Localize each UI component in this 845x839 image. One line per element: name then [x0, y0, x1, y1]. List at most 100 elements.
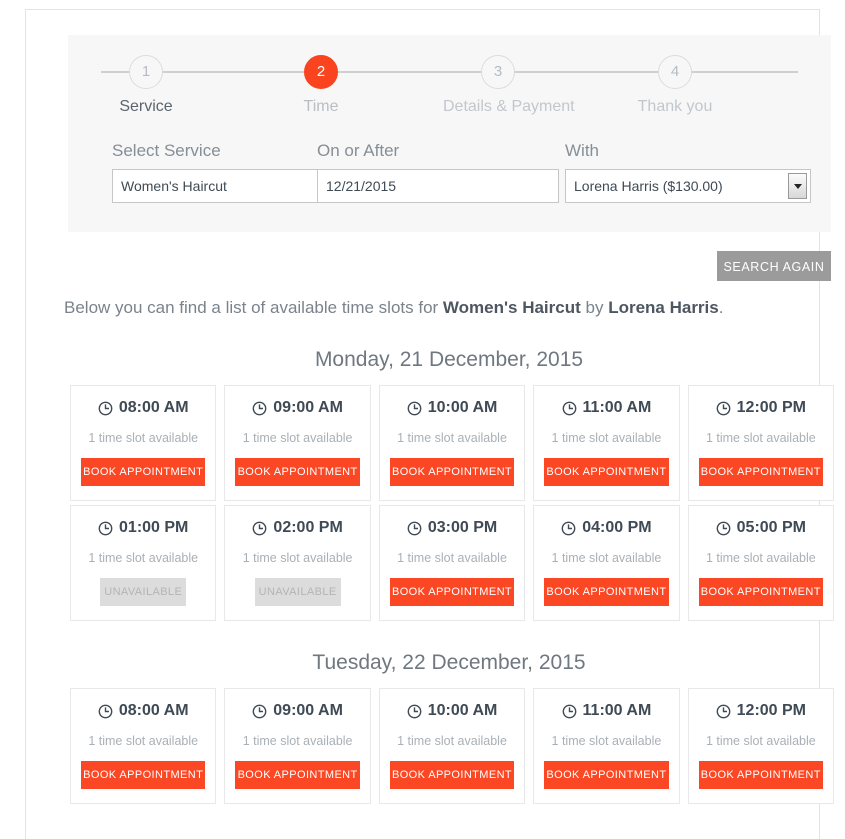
booking-widget-frame: 1 Service 2 Time 3 Details & Payment 4 Thank yo… — [25, 9, 835, 839]
slot-time-label: 05:00 PM — [736, 519, 807, 536]
time-slot-card: 09:00 AM 1 time slot available BOOK APPOIN… — [224, 385, 371, 501]
book-appointment-button[interactable]: BOOK APPOINTMENT — [544, 458, 669, 486]
book-appointment-button[interactable]: BOOK APPOINTMENT — [698, 578, 824, 606]
slot-availability: 1 time slot available — [705, 551, 816, 565]
slot-time-label: 11:00 AM — [582, 702, 652, 719]
book-appointment-button[interactable]: BOOK APPOINTMENT — [544, 761, 669, 789]
clock-icon — [407, 704, 422, 719]
time-slot-card: 02:00 PM 1 time slot available UNAVAILABLE — [224, 505, 371, 621]
slot-time-label: 11:00 AM — [582, 399, 652, 416]
book-appointment-button[interactable]: BOOK APPOINTMENT — [81, 761, 206, 789]
date-field: On or After 12/21/2015 — [317, 141, 559, 203]
slot-time: 01:00 PM — [81, 518, 205, 538]
step-thank-you[interactable]: 4 Thank you — [620, 55, 730, 116]
step-label: Service — [119, 98, 173, 115]
step-service[interactable]: 1 Service — [91, 55, 201, 116]
book-appointment-button[interactable]: BOOK APPOINTMENT — [698, 761, 824, 789]
date-input[interactable]: 12/21/2015 — [317, 169, 559, 203]
slot-availability: 1 time slot available — [397, 551, 507, 565]
slot-availability: 1 time slot available — [88, 551, 199, 565]
slot-row: 08:00 AM 1 time slot available BOOK APPOIN… — [70, 688, 835, 804]
slot-availability: 1 time slot available — [397, 431, 507, 445]
clock-icon — [561, 521, 576, 536]
step-number-badge: 1 — [129, 55, 163, 89]
time-slot-card: 01:00 PM 1 time slot available UNAVAILABLE — [70, 505, 217, 621]
slot-time-label: 08:00 AM — [118, 702, 189, 719]
slot-availability: 1 time slot available — [551, 734, 662, 748]
slot-time: 09:00 AM — [235, 398, 359, 418]
time-slot-card: 12:00 PM 1 time slot available BOOK APPOIN… — [687, 688, 835, 804]
book-appointment-button[interactable]: BOOK APPOINTMENT — [235, 458, 360, 486]
slot-time: 12:00 PM — [699, 398, 823, 418]
book-appointment-button[interactable]: BOOK APPOINTMENT — [81, 458, 206, 486]
slot-time: 08:00 AM — [81, 701, 205, 721]
time-slot-card: 04:00 PM 1 time slot available BOOK APPOIN… — [533, 505, 680, 621]
slot-time-label: 12:00 PM — [736, 399, 807, 416]
provider-field: With Lorena Harris ($130.00) — [565, 141, 811, 203]
clock-icon — [252, 704, 267, 719]
clock-icon — [716, 521, 731, 536]
time-slot-card: 05:00 PM 1 time slot available BOOK APPOIN… — [687, 505, 835, 621]
slot-time-label: 09:00 AM — [273, 702, 343, 719]
slot-availability: 1 time slot available — [242, 734, 353, 748]
book-appointment-button[interactable]: BOOK APPOINTMENT — [544, 578, 669, 606]
step-label: Details & Payment — [443, 98, 575, 115]
slot-time-label: 10:00 AM — [427, 399, 498, 416]
summary-middle: by — [580, 298, 609, 317]
date-input-value: 12/21/2015 — [326, 178, 397, 194]
clock-icon — [98, 521, 113, 536]
slot-time-label: 10:00 AM — [427, 702, 498, 719]
slot-availability: 1 time slot available — [88, 431, 199, 445]
clock-icon — [716, 704, 731, 719]
clock-icon — [716, 401, 731, 416]
date-field-label: On or After — [317, 141, 400, 160]
slot-time-label: 09:00 AM — [273, 399, 343, 416]
time-slot-card: 09:00 AM 1 time slot available BOOK APPOIN… — [224, 688, 371, 804]
provider-select[interactable]: Lorena Harris ($130.00) — [565, 169, 811, 203]
booking-stepper: 1 Service 2 Time 3 Details & Payment 4 Thank yo… — [68, 35, 831, 135]
step-label: Thank you — [637, 98, 713, 115]
slot-availability: 1 time slot available — [551, 431, 662, 445]
book-appointment-button[interactable]: BOOK APPOINTMENT — [389, 761, 515, 789]
chevron-down-icon[interactable] — [788, 173, 807, 199]
slot-time-label: 04:00 PM — [582, 519, 652, 536]
slot-time-label: 12:00 PM — [736, 702, 807, 719]
book-appointment-button[interactable]: BOOK APPOINTMENT — [389, 458, 515, 486]
book-appointment-button[interactable]: BOOK APPOINTMENT — [698, 458, 824, 486]
slot-time: 10:00 AM — [390, 398, 514, 418]
book-appointment-button[interactable]: BOOK APPOINTMENT — [389, 578, 515, 606]
time-slot-card: 10:00 AM 1 time slot available BOOK APPOIN… — [378, 688, 526, 804]
time-slot-card: 11:00 AM 1 time slot available BOOK APPOIN… — [533, 385, 680, 501]
slot-time: 10:00 AM — [390, 701, 514, 721]
slot-time: 11:00 AM — [544, 398, 668, 418]
step-number-badge: 4 — [658, 55, 692, 89]
step-time[interactable]: 2 Time — [266, 55, 376, 116]
filters-row: Select Service Women's Haircut On or Aft… — [68, 141, 831, 231]
step-label: Time — [303, 98, 339, 115]
clock-icon — [562, 704, 577, 719]
slot-availability: 1 time slot available — [705, 734, 816, 748]
time-slot-card: 03:00 PM 1 time slot available BOOK APPOIN… — [378, 505, 526, 621]
clock-icon — [98, 704, 113, 719]
slot-time: 04:00 PM — [544, 518, 668, 538]
booking-filters-panel: 1 Service 2 Time 3 Details & Payment 4 Thank yo… — [68, 35, 831, 232]
time-slot-card: 10:00 AM 1 time slot available BOOK APPOIN… — [378, 385, 526, 501]
slot-time: 05:00 PM — [699, 518, 823, 538]
slot-availability: 1 time slot available — [551, 551, 662, 565]
book-appointment-button[interactable]: BOOK APPOINTMENT — [235, 761, 360, 789]
slot-time-label: 01:00 PM — [119, 519, 189, 536]
search-again-button[interactable]: SEARCH AGAIN — [717, 251, 831, 281]
summary-provider: Lorena Harris — [608, 298, 719, 317]
step-details-payment[interactable]: 3 Details & Payment — [443, 55, 575, 116]
time-slot-card: 08:00 AM 1 time slot available BOOK APPOIN… — [70, 385, 217, 501]
slot-row: 01:00 PM 1 time slot available UNAVAILABLE… — [70, 505, 835, 621]
step-number-badge: 3 — [481, 55, 515, 89]
slot-time: 02:00 PM — [235, 518, 359, 538]
slot-time: 09:00 AM — [235, 701, 359, 721]
slot-availability: 1 time slot available — [88, 734, 199, 748]
clock-icon — [562, 401, 577, 416]
time-slot-card: 12:00 PM 1 time slot available BOOK APPOIN… — [687, 385, 835, 501]
provider-field-label: With — [565, 141, 599, 160]
slot-time-label: 03:00 PM — [427, 519, 498, 536]
slot-row: 08:00 AM 1 time slot available BOOK APPOIN… — [70, 385, 835, 501]
